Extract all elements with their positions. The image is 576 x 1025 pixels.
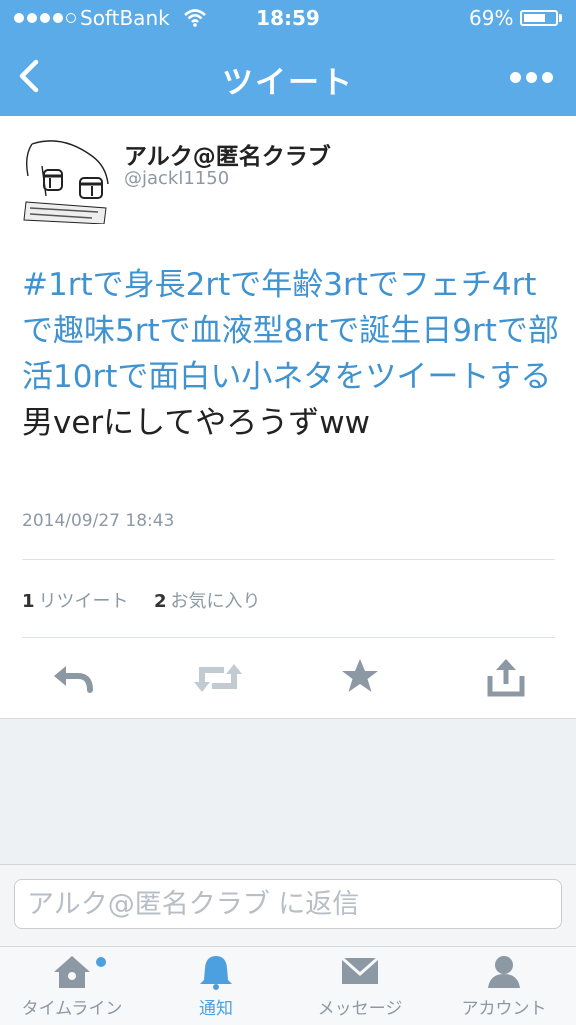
- tab-account-label: アカウント: [461, 999, 547, 1019]
- battery-percent: 69%: [469, 6, 514, 30]
- favorite-stat[interactable]: 2 お気に入り: [154, 591, 261, 612]
- envelope-icon: [340, 954, 380, 992]
- person-icon: [486, 954, 522, 994]
- favorite-count: 2: [154, 591, 167, 612]
- favorite-stat-label: お気に入り: [170, 591, 261, 612]
- retweet-icon: [194, 664, 242, 692]
- avatar[interactable]: [22, 136, 110, 224]
- more-button[interactable]: [510, 66, 558, 88]
- star-icon: [342, 659, 378, 692]
- tweet-timestamp: 2014/09/27 18:43: [22, 511, 175, 531]
- retweet-stat-label: リツイート: [38, 591, 129, 612]
- bell-icon: [198, 954, 234, 994]
- share-icon: [487, 659, 525, 697]
- retweet-stat[interactable]: 1 リツイート: [22, 591, 129, 612]
- status-bar: SoftBank 18:59 69%: [0, 0, 576, 38]
- home-icon: [52, 954, 92, 994]
- divider: [22, 637, 555, 638]
- reply-input[interactable]: [14, 879, 562, 929]
- retweet-count: 1: [22, 591, 35, 612]
- retweet-button[interactable]: [194, 656, 242, 700]
- page-title: ツイート: [222, 65, 354, 101]
- reply-icon: [54, 666, 93, 693]
- tab-account[interactable]: アカウント: [432, 946, 576, 1024]
- battery-icon: [520, 10, 558, 26]
- tab-notifications[interactable]: 通知: [144, 946, 288, 1024]
- battery-tip: [559, 14, 562, 22]
- author-name[interactable]: アルク@匿名クラブ: [124, 137, 331, 171]
- top-bar: SoftBank 18:59 69% ツイート: [0, 0, 576, 116]
- tweet-stats: 1 リツイート 2 お気に入り: [22, 587, 261, 613]
- tab-messages-label: メッセージ: [317, 999, 403, 1019]
- tab-timeline[interactable]: タイムライン: [0, 946, 144, 1024]
- favorite-button[interactable]: [340, 656, 384, 700]
- author-handle[interactable]: @jackl1150: [124, 168, 229, 189]
- avatar-drawing-icon: [23, 140, 109, 224]
- more-dots-icon: [510, 71, 521, 83]
- tweet-text: #1rtで身長2rtで年齢3rtでフェチ4rtで趣味5rtで血液型8rtで誕生日…: [22, 262, 562, 446]
- tab-notifications-label: 通知: [199, 999, 233, 1019]
- notification-badge: [96, 957, 106, 967]
- tab-timeline-label: タイムライン: [21, 999, 123, 1019]
- tab-messages[interactable]: メッセージ: [288, 946, 432, 1024]
- divider: [22, 559, 555, 560]
- hashtag-link[interactable]: #1rtで身長2rtで年齢3rtでフェチ4rtで趣味5rtで血液型8rtで誕生日…: [22, 267, 559, 395]
- share-button[interactable]: [484, 656, 528, 700]
- tweet-body: 男verにしてやろうずww: [22, 405, 370, 441]
- reply-button[interactable]: [50, 656, 94, 700]
